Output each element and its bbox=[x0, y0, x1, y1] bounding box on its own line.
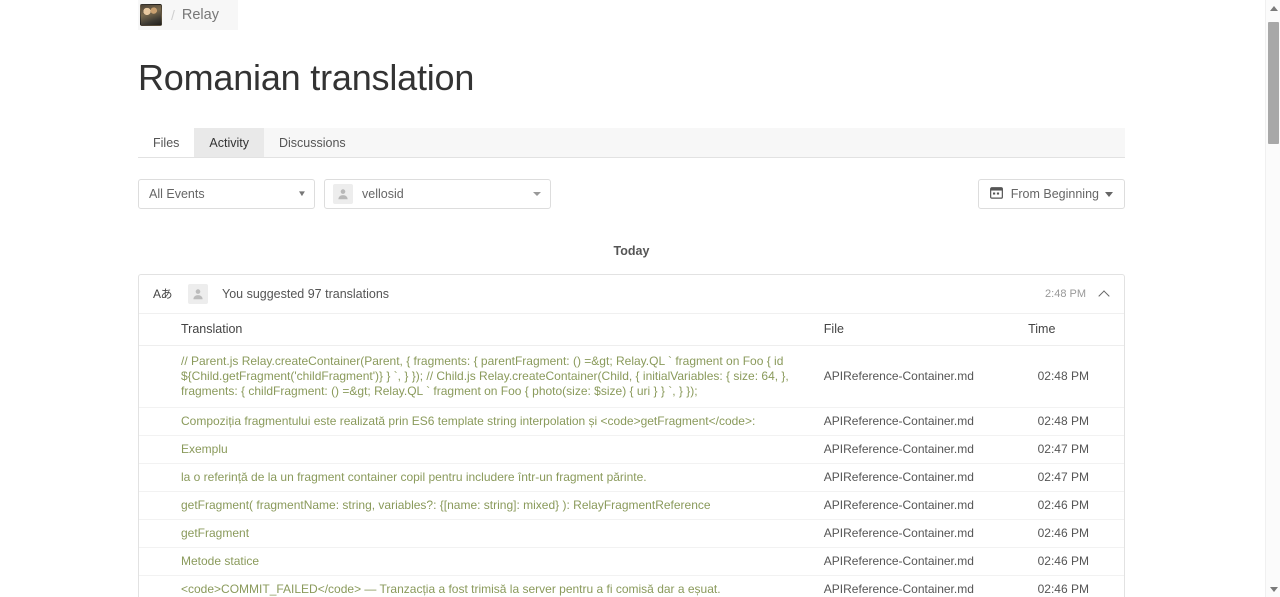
tab-discussions[interactable]: Discussions bbox=[264, 128, 361, 157]
person-icon bbox=[333, 184, 353, 205]
table-row[interactable]: getFragment( fragmentName: string, varia… bbox=[139, 491, 1124, 521]
breadcrumb: / Relay bbox=[138, 0, 238, 30]
translations-table-body: // Parent.js Relay.createContainer(Paren… bbox=[139, 345, 1124, 597]
cell-file: APIReference-Container.md bbox=[823, 407, 1029, 437]
page-title: Romanian translation bbox=[138, 57, 475, 98]
cell-translation: // Parent.js Relay.createContainer(Paren… bbox=[139, 345, 824, 409]
cell-time: 02:48 PM bbox=[1028, 345, 1124, 409]
translations-table: Translation File Time // Parent.js Relay… bbox=[139, 314, 1124, 597]
chevron-down-icon bbox=[533, 192, 541, 197]
cell-translation: Compoziția fragmentului este realizată p… bbox=[139, 407, 824, 437]
filter-bar: All Events ▼ vellosid From Beginning bbox=[138, 179, 1125, 210]
events-filter-select[interactable]: All Events ▼ bbox=[138, 179, 315, 210]
cell-time: 02:46 PM bbox=[1028, 519, 1124, 549]
scroll-up-arrow-icon[interactable] bbox=[1266, 0, 1280, 16]
breadcrumb-separator: / bbox=[171, 7, 175, 23]
tab-bar: Files Activity Discussions bbox=[138, 128, 1125, 159]
table-header-row: Translation File Time bbox=[139, 314, 1124, 347]
cell-translation: getFragment( fragmentName: string, varia… bbox=[139, 491, 824, 521]
cell-time: 02:47 PM bbox=[1028, 463, 1124, 493]
activity-time: 2:48 PM bbox=[1045, 288, 1086, 301]
activity-panel: Aあ You suggested 97 translations 2:48 PM… bbox=[138, 274, 1125, 597]
chevron-up-icon[interactable] bbox=[1100, 289, 1111, 300]
table-row[interactable]: Exemplu APIReference-Container.md 02:47 PM bbox=[139, 435, 1124, 465]
cell-file: APIReference-Container.md bbox=[823, 345, 1029, 409]
column-header-translation: Translation bbox=[139, 314, 824, 347]
table-row[interactable]: <code>COMMIT_FAILED</code> — Tranzacția … bbox=[139, 575, 1124, 597]
person-avatar-icon bbox=[188, 284, 208, 305]
cell-translation: la o referință de la un fragment contain… bbox=[139, 463, 824, 493]
day-divider: Today bbox=[613, 244, 650, 259]
cell-time: 02:46 PM bbox=[1028, 547, 1124, 577]
cell-translation: getFragment bbox=[139, 519, 824, 549]
caret-down-icon bbox=[1105, 191, 1113, 197]
cell-translation: <code>COMMIT_FAILED</code> — Tranzacția … bbox=[139, 575, 824, 597]
cell-time: 02:46 PM bbox=[1028, 491, 1124, 521]
user-filter-select[interactable]: vellosid bbox=[324, 179, 551, 210]
cell-file: APIReference-Container.md bbox=[823, 519, 1029, 549]
table-row[interactable]: Compoziția fragmentului este realizată p… bbox=[139, 407, 1124, 437]
cell-file: APIReference-Container.md bbox=[823, 491, 1029, 521]
page-scrollbar[interactable] bbox=[1265, 0, 1280, 597]
table-row[interactable]: // Parent.js Relay.createContainer(Paren… bbox=[139, 345, 1124, 409]
cell-time: 02:46 PM bbox=[1028, 575, 1124, 597]
cell-time: 02:48 PM bbox=[1028, 407, 1124, 437]
cell-file: APIReference-Container.md bbox=[823, 547, 1029, 577]
activity-header[interactable]: Aあ You suggested 97 translations 2:48 PM bbox=[139, 275, 1124, 315]
date-range-button[interactable]: From Beginning bbox=[977, 179, 1125, 210]
user-photo-avatar[interactable] bbox=[140, 4, 162, 26]
breadcrumb-project-link[interactable]: Relay bbox=[182, 7, 219, 23]
tab-files[interactable]: Files bbox=[138, 128, 195, 158]
date-range-label: From Beginning bbox=[1010, 187, 1099, 202]
activity-summary: You suggested 97 translations bbox=[222, 287, 390, 302]
cell-translation: Exemplu bbox=[139, 435, 824, 465]
tab-activity[interactable]: Activity bbox=[194, 128, 264, 158]
page-root: / Relay Romanian translation Files Activ… bbox=[0, 0, 1280, 597]
scrollbar-thumb[interactable] bbox=[1268, 22, 1279, 144]
cell-time: 02:47 PM bbox=[1028, 435, 1124, 465]
column-header-time: Time bbox=[1028, 314, 1124, 347]
main-content: / Relay Romanian translation Files Activ… bbox=[138, 0, 1126, 597]
column-header-file: File bbox=[823, 314, 1029, 347]
caret-down-icon: ▼ bbox=[297, 189, 307, 199]
cell-file: APIReference-Container.md bbox=[823, 575, 1029, 597]
cell-translation: Metode statice bbox=[139, 547, 824, 577]
cell-file: APIReference-Container.md bbox=[823, 463, 1029, 493]
cell-file: APIReference-Container.md bbox=[823, 435, 1029, 465]
scroll-down-arrow-icon[interactable] bbox=[1266, 581, 1280, 597]
translation-ab-icon: Aあ bbox=[153, 287, 173, 302]
events-filter-value: All Events bbox=[149, 187, 205, 202]
table-row[interactable]: la o referință de la un fragment contain… bbox=[139, 463, 1124, 493]
calendar-icon bbox=[989, 186, 1003, 202]
table-row[interactable]: Metode statice APIReference-Container.md 0… bbox=[139, 547, 1124, 577]
user-filter-value: vellosid bbox=[362, 187, 404, 202]
table-row[interactable]: getFragment APIReference-Container.md 02:4… bbox=[139, 519, 1124, 549]
